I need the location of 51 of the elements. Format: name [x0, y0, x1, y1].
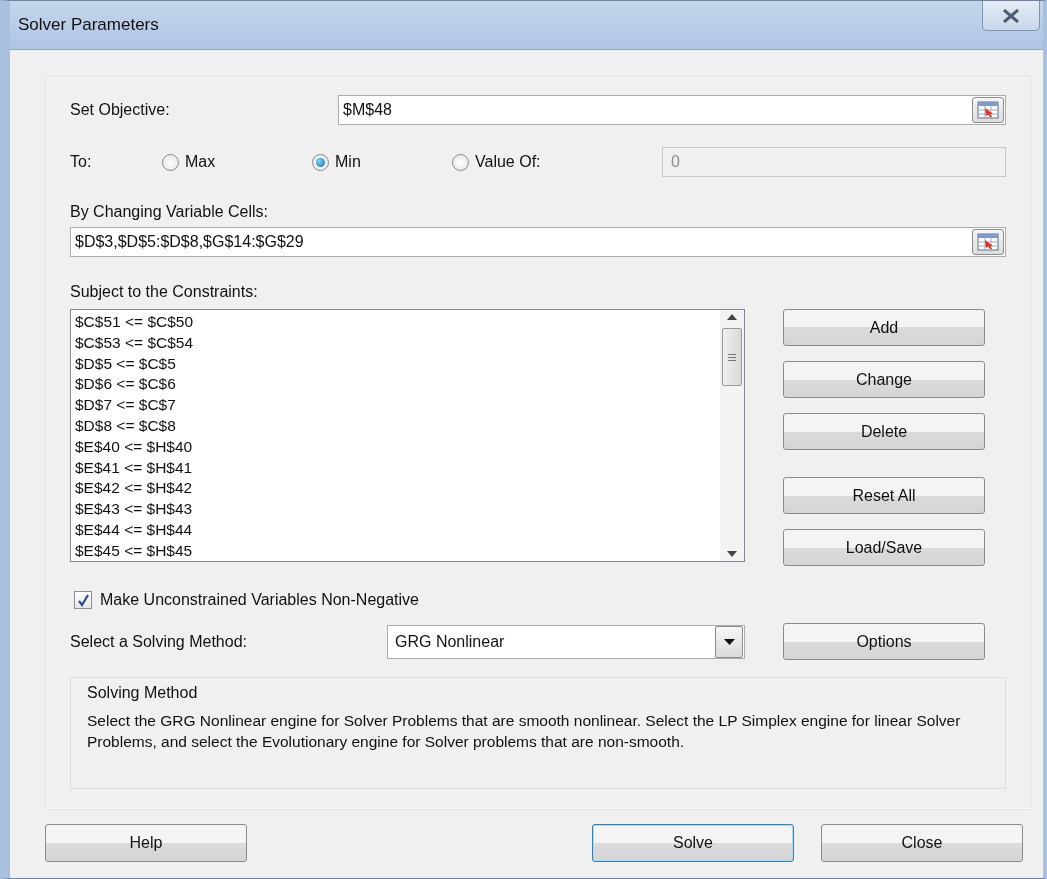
options-button[interactable]: Options [783, 623, 985, 660]
variables-label: By Changing Variable Cells: [70, 203, 270, 221]
constraint-item[interactable]: $D$6 <= $C$6 [75, 374, 716, 396]
constraint-item[interactable]: $D$5 <= $C$5 [75, 353, 716, 375]
scroll-up-arrow[interactable] [727, 314, 737, 320]
description-text: Select the GRG Nonlinear engine for Solver Problems that are smooth nonlinear. Select the LP Simplex engine for linear Solver Problems, and select the Evolutionary engine for Solver problems that are non-smooth. [87, 711, 962, 752]
to-label: To: [70, 153, 93, 171]
radio-button[interactable] [452, 153, 469, 171]
scrollbar-thumb[interactable] [722, 328, 742, 386]
constraints-list[interactable]: $C$51 <= $C$50 $C$53 <= $C$54 $D$5 <= $C$5 $D$6 <= $C$6 $D$7 <= $C$7 $D$8 <= $C$8 $E$40 <= $H$40 $E$41 <= $H$41 $E$42 <= $H$42 $E$43 <= $H$43 $E$44 <= $H$44 $E$45 <= $H$45 [70, 309, 745, 562]
constraint-action-button[interactable]: Add [783, 309, 985, 346]
method-dropdown[interactable]: GRG Nonlinear [387, 624, 745, 659]
range-select-icon [977, 233, 999, 251]
constraint-action-button[interactable]: Reset All [783, 477, 985, 514]
constraint-action-button[interactable]: Change [783, 361, 985, 398]
constraint-item[interactable]: $D$8 <= $C$8 [75, 416, 716, 437]
objective-field[interactable]: $M$48 [338, 95, 1006, 125]
description-title: Solving Method [87, 684, 199, 702]
range-select-icon [977, 101, 999, 119]
constraint-item[interactable]: $E$42 <= $H$42 [75, 478, 716, 500]
method-label: Select a Solving Method: [70, 632, 248, 651]
checkbox-label: Make Unconstrained Variables Non-Negative [100, 591, 419, 609]
checkbox[interactable] [74, 591, 92, 609]
constraint-item[interactable]: $E$40 <= $H$40 [75, 436, 716, 458]
constraint-item[interactable]: $C$51 <= $C$50 [75, 312, 716, 333]
objective-label: Set Objective: [70, 101, 171, 119]
radio-label: Max [185, 153, 216, 171]
constraint-item[interactable]: $E$45 <= $H$45 [75, 540, 716, 562]
constraint-item[interactable]: $E$44 <= $H$44 [75, 519, 716, 541]
scroll-down-arrow[interactable] [727, 551, 737, 557]
close-icon [1001, 8, 1021, 23]
dialog-button[interactable]: Help [45, 824, 247, 862]
radio-button[interactable] [312, 153, 329, 171]
dialog-button[interactable]: Close [821, 824, 1023, 862]
dropdown-arrow-icon [723, 638, 735, 645]
constraint-action-button[interactable]: Delete [783, 413, 985, 450]
radio-button[interactable] [162, 153, 179, 171]
dialog-button[interactable]: Solve [592, 824, 794, 862]
constraint-item[interactable]: $C$53 <= $C$54 [75, 332, 716, 354]
close-button[interactable] [982, 1, 1040, 31]
range-select-button[interactable] [972, 97, 1004, 123]
constraint-item[interactable]: $E$41 <= $H$41 [75, 457, 716, 479]
variables-field[interactable]: $D$3,$D$5:$D$8,$G$14:$G$29 [70, 227, 1006, 257]
constraint-item[interactable]: $E$43 <= $H$43 [75, 499, 716, 520]
constraint-action-button[interactable]: Load/Save [783, 529, 985, 566]
window-title: Solver Parameters [18, 15, 159, 35]
constraint-item[interactable]: $D$7 <= $C$7 [75, 395, 716, 416]
range-select-button[interactable] [972, 229, 1004, 255]
radio-label: Value Of: [475, 153, 541, 171]
constraints-label: Subject to the Constraints: [70, 283, 259, 301]
radio-label: Min [335, 153, 361, 171]
